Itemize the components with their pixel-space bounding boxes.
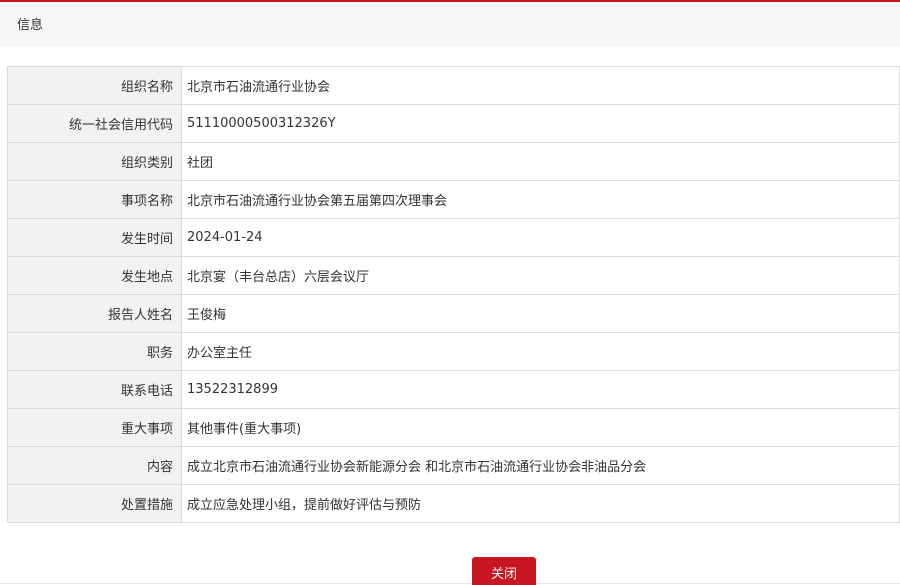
info-table: 组织名称 北京市石油流通行业协会 统一社会信用代码 51110000500312… [7,66,900,523]
table-row: 事项名称 北京市石油流通行业协会第五届第四次理事会 [7,180,900,219]
field-value-reporter-name: 王俊梅 [181,294,900,333]
close-button[interactable]: 关闭 [472,557,536,585]
field-label-org-type: 组织类别 [7,142,182,181]
field-value-occur-time: 2024-01-24 [181,218,900,257]
field-value-phone: 13522312899 [181,370,900,409]
field-value-org-type: 社团 [181,142,900,181]
field-value-position: 办公室主任 [181,332,900,371]
table-row: 组织名称 北京市石油流通行业协会 [7,66,900,105]
dialog-header: 信息 [0,2,900,46]
field-label-matter-name: 事项名称 [7,180,182,219]
field-value-credit-code: 51110000500312326Y [181,104,900,143]
field-value-org-name: 北京市石油流通行业协会 [181,66,900,105]
field-label-occur-place: 发生地点 [7,256,182,295]
field-label-position: 职务 [7,332,182,371]
field-label-measures: 处置措施 [7,484,182,523]
field-label-content: 内容 [7,446,182,485]
field-value-measures: 成立应急处理小组，提前做好评估与预防 [181,484,900,523]
field-value-major-matter: 其他事件(重大事项) [181,408,900,447]
table-row: 职务 办公室主任 [7,332,900,371]
table-row: 处置措施 成立应急处理小组，提前做好评估与预防 [7,484,900,523]
info-dialog: 信息 组织名称 北京市石油流通行业协会 统一社会信用代码 51110000500… [0,0,900,585]
field-label-major-matter: 重大事项 [7,408,182,447]
field-label-occur-time: 发生时间 [7,218,182,257]
field-label-credit-code: 统一社会信用代码 [7,104,182,143]
field-value-occur-place: 北京宴（丰台总店）六层会议厅 [181,256,900,295]
field-value-content: 成立北京市石油流通行业协会新能源分会 和北京市石油流通行业协会非油品分会 [181,446,900,485]
field-label-org-name: 组织名称 [7,66,182,105]
table-row: 发生时间 2024-01-24 [7,218,900,257]
table-row: 报告人姓名 王俊梅 [7,294,900,333]
table-row: 内容 成立北京市石油流通行业协会新能源分会 和北京市石油流通行业协会非油品分会 [7,446,900,485]
table-row: 统一社会信用代码 51110000500312326Y [7,104,900,143]
field-label-phone: 联系电话 [7,370,182,409]
dialog-title: 信息 [17,18,44,33]
table-row: 组织类别 社团 [7,142,900,181]
table-row: 联系电话 13522312899 [7,370,900,409]
table-row: 发生地点 北京宴（丰台总店）六层会议厅 [7,256,900,295]
table-row: 重大事项 其他事件(重大事项) [7,408,900,447]
field-value-matter-name: 北京市石油流通行业协会第五届第四次理事会 [181,180,900,219]
footer-divider [0,583,900,584]
field-label-reporter-name: 报告人姓名 [7,294,182,333]
